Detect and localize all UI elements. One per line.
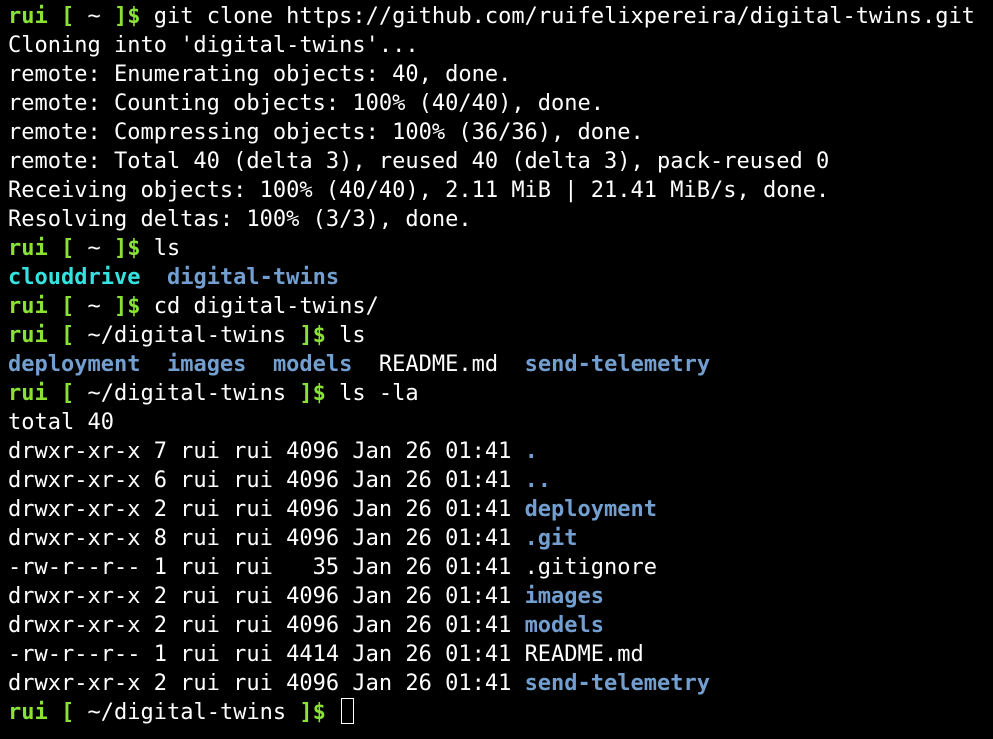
listing-name: send-telemetry [524, 671, 710, 696]
output-text: remote: Counting objects: 100% (40/40), … [8, 91, 605, 116]
ls-item: deployment [8, 352, 141, 377]
prompt-user: rui [8, 381, 48, 406]
listing-name: .git [524, 526, 578, 551]
ls-item: clouddrive [8, 265, 141, 290]
output-line: Receiving objects: 100% (40/40), 2.11 Mi… [8, 176, 993, 205]
ls-separator [140, 265, 167, 290]
output-text: remote: Enumerating objects: 40, done. [8, 62, 512, 87]
prompt-open-bracket: [ [47, 381, 88, 406]
command-text: ls [339, 323, 366, 348]
prompt-user: rui [8, 323, 48, 348]
listing-name: .. [524, 468, 552, 493]
listing-meta: drwxr-xr-x 8 rui rui 4096 Jan 26 01:41 [8, 526, 525, 551]
output-text: remote: Compressing objects: 100% (36/36… [8, 120, 644, 145]
prompt-path: ~ [87, 236, 101, 261]
prompt-open-bracket: [ [47, 294, 88, 319]
prompt-close-bracket: ]$ [100, 294, 154, 319]
output-line: remote: Total 40 (delta 3), reused 40 (d… [8, 147, 993, 176]
listing-meta: drwxr-xr-x 2 rui rui 4096 Jan 26 01:41 [8, 584, 525, 609]
listing-row: drwxr-xr-x 7 rui rui 4096 Jan 26 01:41 . [8, 437, 993, 466]
output-line: remote: Enumerating objects: 40, done. [8, 60, 993, 89]
listing-meta: drwxr-xr-x 2 rui rui 4096 Jan 26 01:41 [8, 497, 525, 522]
output-line: Resolving deltas: 100% (3/3), done. [8, 205, 993, 234]
output-line: total 40 [8, 408, 993, 437]
listing-meta: drwxr-xr-x 7 rui rui 4096 Jan 26 01:41 [8, 439, 525, 464]
prompt-open-bracket: [ [47, 236, 88, 261]
prompt-line: rui [ ~ ]$ cd digital-twins/ [8, 292, 993, 321]
command-text: ls -la [339, 381, 419, 406]
output-line: Cloning into 'digital-twins'... [8, 31, 993, 60]
listing-row: drwxr-xr-x 2 rui rui 4096 Jan 26 01:41 d… [8, 495, 993, 524]
output-text: remote: Total 40 (delta 3), reused 40 (d… [8, 149, 830, 174]
prompt-path: ~ [87, 294, 101, 319]
prompt-line: rui [ ~ ]$ git clone https://github.com/… [8, 2, 993, 31]
prompt-close-bracket: ]$ [100, 236, 154, 261]
listing-row: -rw-r--r-- 1 rui rui 4414 Jan 26 01:41 R… [8, 640, 993, 669]
listing-name: models [524, 613, 605, 638]
listing-row: drwxr-xr-x 2 rui rui 4096 Jan 26 01:41 i… [8, 582, 993, 611]
output-line: remote: Counting objects: 100% (40/40), … [8, 89, 993, 118]
command-text: ls [153, 236, 181, 261]
listing-name: README.md [524, 642, 644, 667]
prompt-open-bracket: [ [47, 323, 88, 348]
prompt-open-bracket: [ [47, 4, 88, 29]
command-text: cd digital-twins/ [153, 294, 379, 319]
prompt-close-bracket: ]$ [100, 4, 154, 29]
command-text: git clone https://github.com/ruifelixper… [153, 4, 975, 29]
listing-meta: -rw-r--r-- 1 rui rui 4414 Jan 26 01:41 [8, 642, 525, 667]
output-text: Receiving objects: 100% (40/40), 2.11 Mi… [8, 178, 830, 203]
listing-name: deployment [524, 497, 658, 522]
ls-item: README.md [378, 352, 499, 377]
output-line: remote: Compressing objects: 100% (36/36… [8, 118, 993, 147]
prompt-path: ~ [87, 4, 101, 29]
listing-meta: -rw-r--r-- 1 rui rui 35 Jan 26 01:41 [8, 555, 525, 580]
listing-row: drwxr-xr-x 2 rui rui 4096 Jan 26 01:41 m… [8, 611, 993, 640]
prompt-user: rui [8, 236, 48, 261]
prompt-line: rui [ ~/digital-twins ]$ [8, 698, 993, 727]
listing-row: drwxr-xr-x 8 rui rui 4096 Jan 26 01:41 .… [8, 524, 993, 553]
ls-separator [246, 352, 273, 377]
ls-item: send-telemetry [524, 352, 711, 377]
prompt-open-bracket: [ [47, 700, 88, 725]
output-text: Cloning into 'digital-twins'... [8, 33, 419, 58]
ls-output-line: clouddrive digital-twins [8, 263, 993, 292]
ls-item: images [166, 352, 247, 377]
prompt-path: ~/digital-twins [87, 700, 287, 725]
prompt-path: ~/digital-twins [87, 323, 287, 348]
ls-separator [352, 352, 379, 377]
ls-item: models [272, 352, 353, 377]
prompt-line: rui [ ~ ]$ ls [8, 234, 993, 263]
prompt-line: rui [ ~/digital-twins ]$ ls [8, 321, 993, 350]
listing-meta: drwxr-xr-x 6 rui rui 4096 Jan 26 01:41 [8, 468, 525, 493]
ls-separator [498, 352, 525, 377]
listing-meta: drwxr-xr-x 2 rui rui 4096 Jan 26 01:41 [8, 613, 525, 638]
listing-name: .gitignore [524, 555, 658, 580]
listing-row: -rw-r--r-- 1 rui rui 35 Jan 26 01:41 .gi… [8, 553, 993, 582]
prompt-user: rui [8, 294, 48, 319]
ls-separator [140, 352, 167, 377]
listing-row: drwxr-xr-x 6 rui rui 4096 Jan 26 01:41 .… [8, 466, 993, 495]
prompt-path: ~/digital-twins [87, 381, 287, 406]
ls-output-line: deployment images models README.md send-… [8, 350, 993, 379]
ls-item: digital-twins [166, 265, 340, 290]
prompt-line: rui [ ~/digital-twins ]$ ls -la [8, 379, 993, 408]
text-cursor[interactable] [341, 698, 355, 724]
output-text: total 40 [8, 410, 114, 435]
listing-meta: drwxr-xr-x 2 rui rui 4096 Jan 26 01:41 [8, 671, 525, 696]
listing-name: images [524, 584, 605, 609]
output-text: Resolving deltas: 100% (3/3), done. [8, 207, 472, 232]
listing-name: . [524, 439, 538, 464]
prompt-user: rui [8, 4, 48, 29]
prompt-close-bracket: ]$ [286, 323, 340, 348]
prompt-close-bracket: ]$ [286, 700, 340, 725]
prompt-close-bracket: ]$ [286, 381, 340, 406]
terminal-window[interactable]: rui [ ~ ]$ git clone https://github.com/… [0, 0, 993, 739]
listing-row: drwxr-xr-x 2 rui rui 4096 Jan 26 01:41 s… [8, 669, 993, 698]
prompt-user: rui [8, 700, 48, 725]
